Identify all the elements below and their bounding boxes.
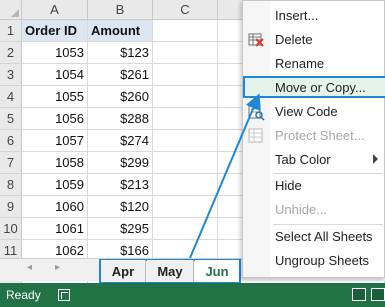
- menu-label-ungroup-sheets: Ungroup Sheets: [275, 253, 369, 268]
- menu-label-delete: Delete: [275, 32, 313, 47]
- cell-empty[interactable]: [153, 218, 218, 240]
- cell-order-id[interactable]: 1055: [22, 86, 88, 108]
- cell-order-id[interactable]: 1054: [22, 64, 88, 86]
- cell-order-id[interactable]: 1059: [22, 174, 88, 196]
- menu-item-ungroup-sheets[interactable]: Ungroup Sheets: [243, 250, 384, 272]
- sheet-tab-jun[interactable]: Jun: [195, 260, 239, 282]
- sheet-tab-may[interactable]: May: [147, 260, 194, 282]
- menu-label-hide: Hide: [275, 178, 302, 193]
- status-bar: Ready: [0, 283, 385, 307]
- column-header-c[interactable]: C: [153, 0, 218, 20]
- row-header[interactable]: 8: [0, 174, 22, 196]
- normal-view-icon[interactable]: [352, 288, 366, 301]
- select-all-corner[interactable]: [0, 0, 22, 20]
- cell-empty[interactable]: [153, 152, 218, 174]
- menu-label-select-all-sheets: Select All Sheets: [275, 229, 373, 244]
- menu-item-tab-color[interactable]: Tab Color: [243, 149, 384, 171]
- tab-scroll-right-icon[interactable]: ▸: [55, 262, 60, 273]
- cell-empty[interactable]: [153, 64, 218, 86]
- header-cell-order-id[interactable]: Order ID: [22, 20, 88, 42]
- status-text: Ready: [6, 288, 41, 302]
- menu-item-select-all-sheets[interactable]: Select All Sheets: [243, 226, 384, 248]
- cell-amount[interactable]: $288: [88, 108, 153, 130]
- row-header[interactable]: 4: [0, 86, 22, 108]
- cell-order-id[interactable]: 1053: [22, 42, 88, 64]
- menu-label-rename: Rename: [275, 56, 325, 71]
- cell-empty[interactable]: [153, 196, 218, 218]
- menu-item-hide[interactable]: Hide: [243, 175, 384, 197]
- column-header-a[interactable]: A: [22, 0, 88, 20]
- row-header[interactable]: 9: [0, 196, 22, 218]
- cell-amount[interactable]: $213: [88, 174, 153, 196]
- menu-label-view-code: View Code: [275, 104, 338, 119]
- cell-amount[interactable]: $123: [88, 42, 153, 64]
- protect-sheet-icon: [247, 127, 265, 145]
- cell-amount[interactable]: $295: [88, 218, 153, 240]
- cell-empty[interactable]: [153, 130, 218, 152]
- menu-label-unhide: Unhide...: [275, 202, 328, 217]
- menu-item-view-code[interactable]: View Code: [243, 101, 384, 123]
- macro-record-icon[interactable]: [58, 289, 70, 301]
- row-header[interactable]: 10: [0, 218, 22, 240]
- cell-order-id[interactable]: 1061: [22, 218, 88, 240]
- view-code-icon: [247, 103, 265, 121]
- row-header[interactable]: 1: [0, 20, 22, 42]
- cell-order-id[interactable]: 1056: [22, 108, 88, 130]
- sheet-tab-apr[interactable]: Apr: [101, 260, 146, 282]
- cell-amount[interactable]: $299: [88, 152, 153, 174]
- menu-separator: [273, 173, 383, 174]
- menu-item-move-or-copy[interactable]: Move or Copy...: [243, 76, 385, 98]
- menu-label-tab-color: Tab Color: [275, 152, 331, 167]
- sheet-context-menu: Insert... Delete Rename Move or Copy...: [242, 0, 385, 278]
- cell-empty[interactable]: [153, 108, 218, 130]
- cell-empty[interactable]: [153, 20, 218, 42]
- tab-scroll-left-icon[interactable]: ◂: [27, 262, 32, 273]
- column-header-b[interactable]: B: [88, 0, 153, 20]
- delete-sheet-icon: [247, 31, 265, 49]
- cell-amount[interactable]: $274: [88, 130, 153, 152]
- page-layout-view-icon[interactable]: [371, 288, 385, 301]
- submenu-arrow-icon: [373, 154, 378, 164]
- row-header[interactable]: 5: [0, 108, 22, 130]
- cell-order-id[interactable]: 1057: [22, 130, 88, 152]
- menu-separator: [273, 224, 383, 225]
- menu-item-insert[interactable]: Insert...: [243, 5, 384, 27]
- cell-order-id[interactable]: 1060: [22, 196, 88, 218]
- menu-label-move-or-copy: Move or Copy...: [275, 80, 366, 95]
- cell-empty[interactable]: [153, 86, 218, 108]
- menu-item-rename[interactable]: Rename: [243, 53, 384, 75]
- menu-item-unhide: Unhide...: [243, 199, 384, 221]
- menu-item-delete[interactable]: Delete: [243, 29, 384, 51]
- row-header[interactable]: 2: [0, 42, 22, 64]
- cell-order-id[interactable]: 1058: [22, 152, 88, 174]
- row-header[interactable]: 6: [0, 130, 22, 152]
- row-header[interactable]: 7: [0, 152, 22, 174]
- cell-amount[interactable]: $260: [88, 86, 153, 108]
- header-cell-amount[interactable]: Amount: [88, 20, 153, 42]
- menu-item-protect-sheet: Protect Sheet...: [243, 125, 384, 147]
- cell-empty[interactable]: [153, 42, 218, 64]
- cell-empty[interactable]: [153, 174, 218, 196]
- cell-amount[interactable]: $120: [88, 196, 153, 218]
- cell-amount[interactable]: $261: [88, 64, 153, 86]
- menu-label-protect-sheet: Protect Sheet...: [275, 128, 365, 143]
- row-header[interactable]: 3: [0, 64, 22, 86]
- menu-label-insert: Insert...: [275, 8, 319, 23]
